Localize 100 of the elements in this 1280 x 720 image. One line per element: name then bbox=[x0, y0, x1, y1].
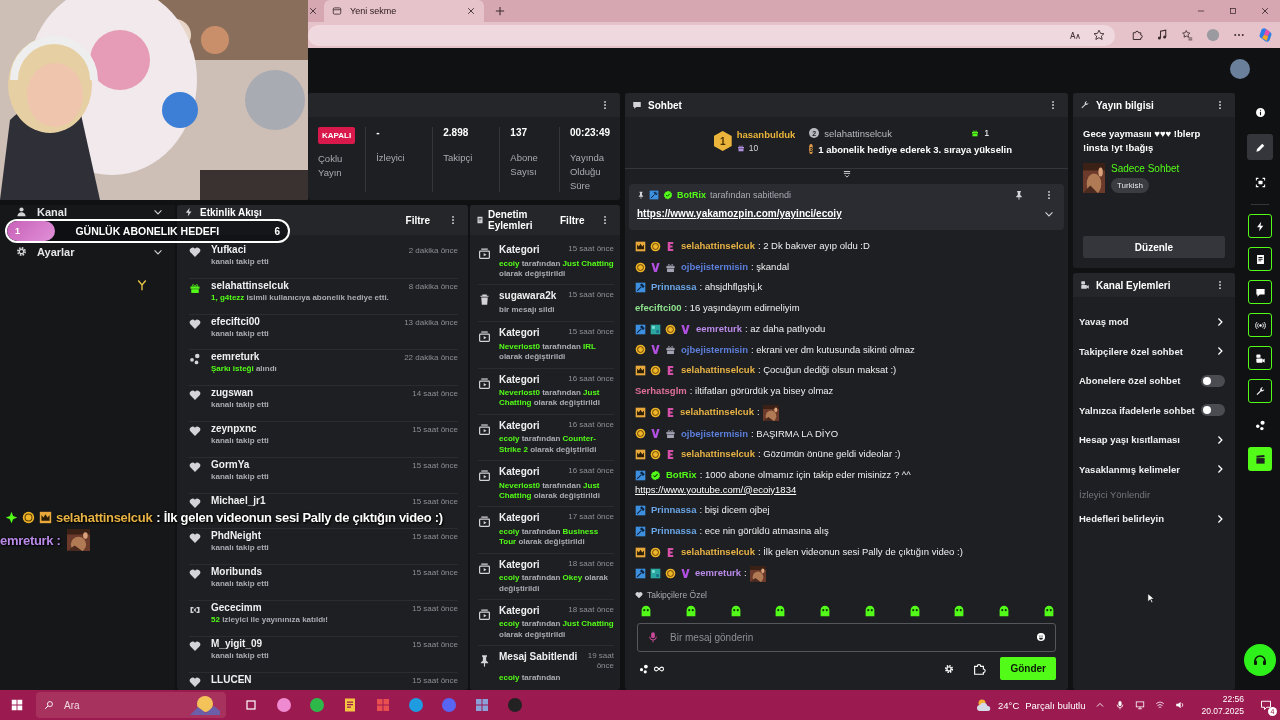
username[interactable]: efeciftci00 bbox=[211, 315, 260, 327]
collapse-handle-icon[interactable] bbox=[841, 169, 852, 179]
speaker-icon[interactable] bbox=[1175, 700, 1186, 710]
username[interactable]: eemreturk bbox=[211, 351, 260, 363]
favorites-icon[interactable] bbox=[1181, 29, 1193, 41]
chat-username[interactable]: BotRix bbox=[666, 468, 697, 483]
username[interactable]: M_yigit_09 bbox=[211, 637, 263, 649]
action-label[interactable]: Yalnızca ifadelerle sohbet bbox=[1079, 404, 1195, 416]
clock-date[interactable]: 20.07.2025 bbox=[1201, 706, 1244, 716]
copilot-icon[interactable] bbox=[1258, 27, 1274, 43]
clock-time[interactable]: 22:56 bbox=[1222, 694, 1244, 704]
chat-username[interactable]: eemreturk bbox=[696, 321, 742, 337]
pencil-button[interactable] bbox=[1247, 134, 1273, 160]
username[interactable]: LLUCEN bbox=[211, 673, 252, 685]
chat-username[interactable]: eemreturk bbox=[695, 566, 741, 581]
username[interactable]: GormYa bbox=[211, 458, 250, 470]
toggle-switch[interactable] bbox=[1201, 404, 1225, 417]
emoji-icon[interactable] bbox=[1036, 632, 1046, 642]
message-input[interactable]: Bir mesaj gönderin bbox=[637, 623, 1056, 652]
settings-icon[interactable] bbox=[944, 663, 955, 674]
close-icon[interactable] bbox=[466, 6, 476, 16]
chevron-right-icon[interactable] bbox=[1215, 464, 1225, 475]
username[interactable]: zugswan bbox=[211, 387, 254, 399]
browser-icon[interactable] bbox=[408, 697, 424, 713]
filter-button[interactable]: Filtre bbox=[554, 212, 591, 228]
network-icon[interactable] bbox=[1135, 700, 1146, 710]
username[interactable]: selahattinselcuk bbox=[824, 127, 892, 139]
chat-username[interactable]: efeciftci00 bbox=[635, 301, 682, 316]
chevron-right-icon[interactable] bbox=[1215, 346, 1225, 357]
chat-username[interactable]: selahattinselcuk bbox=[680, 405, 754, 420]
action-label[interactable]: Yavaş mod bbox=[1079, 316, 1129, 328]
username[interactable]: Yufkaci bbox=[211, 244, 247, 255]
chat-username[interactable]: selahattinselcuk bbox=[681, 239, 755, 254]
action-label[interactable]: Hesap yaşı kısıtlaması bbox=[1079, 434, 1180, 446]
colorful-logo-icon[interactable] bbox=[276, 697, 292, 713]
browser-tab[interactable]: Yeni sekme bbox=[324, 0, 484, 22]
chat-button[interactable] bbox=[1248, 280, 1272, 304]
chat-username[interactable]: selahattinselcuk bbox=[681, 363, 755, 378]
action-label[interactable]: Takipçilere özel sohbet bbox=[1079, 345, 1183, 357]
plus-icon[interactable] bbox=[494, 5, 506, 17]
pin-icon[interactable] bbox=[1014, 190, 1024, 200]
action-label[interactable]: Hedefleri belirleyin bbox=[1079, 513, 1164, 525]
edit-button[interactable]: Düzenle bbox=[1083, 236, 1225, 258]
chat-username[interactable]: ojbejistermisin bbox=[681, 342, 749, 358]
notification-icon[interactable] bbox=[1260, 699, 1272, 711]
camera-button[interactable] bbox=[1248, 346, 1272, 370]
send-button[interactable]: Gönder bbox=[1000, 657, 1056, 680]
username[interactable]: selahattinselcuk bbox=[211, 279, 289, 291]
pinned-link[interactable]: https://www.yakamozpin.com/yayinci/ecoiy bbox=[637, 208, 842, 219]
folder-icon[interactable] bbox=[342, 697, 358, 713]
chat-username[interactable]: Prinnassa bbox=[651, 280, 697, 296]
message-link[interactable]: https://www.youtube.com/@ecoiy1834 bbox=[635, 482, 1058, 498]
category-link[interactable]: Sadece Sohbet bbox=[1111, 162, 1180, 174]
close-icon[interactable] bbox=[1260, 6, 1270, 16]
start-icon[interactable] bbox=[10, 698, 24, 712]
mic-icon[interactable] bbox=[647, 631, 659, 643]
app-icon[interactable] bbox=[474, 697, 490, 713]
emote-icon[interactable] bbox=[639, 604, 653, 618]
username[interactable]: zeynpxnc bbox=[211, 423, 257, 434]
chat-username[interactable]: ojbejistermisin bbox=[681, 426, 749, 442]
chat-username[interactable]: Serhatsglm bbox=[635, 383, 687, 399]
search-field[interactable]: Ara bbox=[36, 692, 226, 718]
wrench-button[interactable] bbox=[1248, 379, 1272, 403]
broadcast-button[interactable] bbox=[1248, 313, 1272, 337]
chevron-right-icon[interactable] bbox=[1215, 316, 1225, 327]
chevron-right-icon[interactable] bbox=[1215, 513, 1225, 524]
filter-button[interactable]: Filtre bbox=[399, 212, 436, 228]
chat-username[interactable]: selahattinselcuk bbox=[681, 544, 755, 560]
bolt-button[interactable] bbox=[1248, 214, 1272, 238]
sidebar-item[interactable]: Kanal bbox=[16, 205, 163, 218]
toggle-switch[interactable] bbox=[1201, 374, 1225, 387]
support-button[interactable] bbox=[1244, 644, 1276, 676]
username[interactable]: PhdNeight bbox=[211, 530, 261, 542]
username[interactable]: Michael_jr1 bbox=[211, 494, 266, 506]
username[interactable]: hasanbulduk bbox=[736, 129, 796, 140]
clapper-button[interactable] bbox=[1248, 447, 1272, 471]
wifi-icon[interactable] bbox=[1155, 700, 1166, 710]
action-label[interactable]: Yasaklanmış kelimeler bbox=[1079, 463, 1180, 475]
puzzle-icon[interactable] bbox=[1131, 29, 1143, 41]
username[interactable]: Moribunds bbox=[211, 566, 263, 578]
address-field[interactable] bbox=[308, 24, 1115, 46]
read-aloud-icon[interactable] bbox=[1069, 29, 1081, 41]
task-view-icon[interactable] bbox=[243, 697, 259, 713]
chat-username[interactable]: selahattinselcuk bbox=[681, 447, 755, 463]
chat-username[interactable]: Prinnassa bbox=[651, 503, 697, 519]
close-icon[interactable] bbox=[308, 6, 318, 16]
browser-icon[interactable] bbox=[309, 697, 325, 713]
username[interactable]: Gececimm bbox=[211, 601, 262, 613]
music-icon[interactable] bbox=[1156, 29, 1168, 41]
chat-username[interactable]: Prinnassa bbox=[651, 524, 697, 539]
sidebar-item[interactable]: Ayarlar bbox=[16, 245, 163, 258]
avatar[interactable] bbox=[1230, 59, 1250, 79]
chat-username[interactable]: ojbejistermisin bbox=[681, 259, 749, 275]
dots-icon[interactable] bbox=[639, 663, 649, 674]
action-label[interactable]: Abonelere özel sohbet bbox=[1079, 375, 1181, 387]
chevron-up-icon[interactable] bbox=[1095, 700, 1106, 710]
document-button[interactable] bbox=[1248, 247, 1272, 271]
language-tag[interactable]: Turkish bbox=[1111, 177, 1149, 193]
chevron-right-icon[interactable] bbox=[1215, 434, 1225, 445]
star-icon[interactable] bbox=[1093, 29, 1105, 41]
